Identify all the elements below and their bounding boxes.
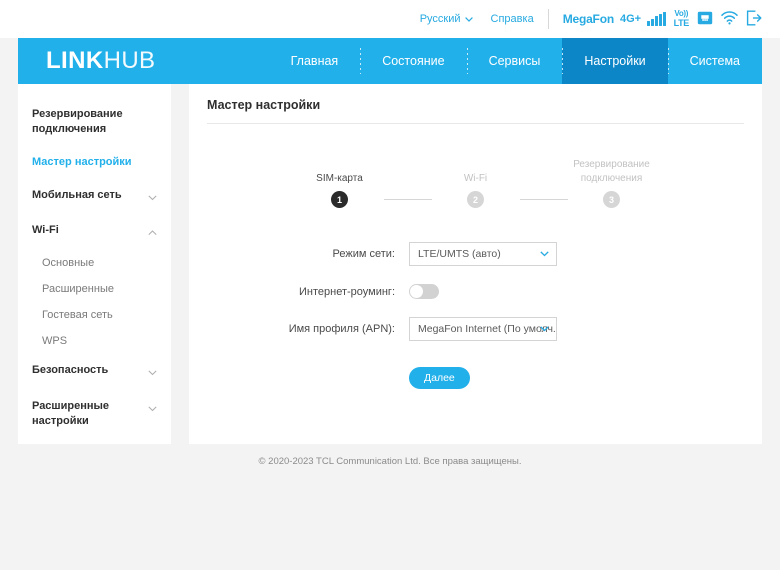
logout-icon[interactable]: [746, 10, 762, 29]
wizard-step-dot: 1: [331, 191, 348, 208]
chevron-up-icon: [148, 226, 157, 241]
form-row-network-mode: Режим сети: LTE/UMTS (авто): [213, 242, 744, 266]
help-link[interactable]: Справка: [491, 13, 534, 25]
sidebar-item-advanced-settings[interactable]: Расширенные настройки: [18, 390, 171, 438]
apn-select[interactable]: MegaFon Internet (По умолч...: [409, 317, 557, 341]
sidebar-item-mobile-network[interactable]: Мобильная сеть: [18, 179, 171, 215]
sidebar-item-label: Расширенные настройки: [32, 400, 109, 427]
topbar-divider: [547, 9, 549, 29]
wifi-icon[interactable]: [721, 10, 738, 28]
chevron-down-icon: [148, 402, 157, 417]
roaming-toggle[interactable]: [409, 284, 439, 299]
wizard-step-connector: [383, 199, 432, 200]
carrier-name: MegaFon: [562, 12, 614, 26]
content-area: Резервирование подключения Мастер настро…: [18, 84, 762, 448]
sidebar-item-guest-network[interactable]: Гостевая сеть: [18, 302, 171, 328]
network-mode-value: LTE/UMTS (авто): [418, 248, 501, 260]
wizard-step-3[interactable]: Резервирование подключения 3: [568, 158, 656, 208]
network-type-label: 4G+: [619, 13, 642, 25]
wizard-step-label: SIM-карта: [316, 172, 363, 184]
roaming-label: Интернет-роуминг:: [299, 285, 395, 298]
language-label: Русский: [419, 13, 461, 25]
nav-tab-status[interactable]: Состояние: [360, 38, 466, 84]
wizard-step-dot: 3: [603, 191, 620, 208]
sidebar-item-connection-backup[interactable]: Резервирование подключения: [18, 98, 171, 146]
volte-icon: Vo)) LTE: [673, 9, 690, 28]
sidebar-item-label: Безопасность: [32, 364, 109, 377]
volte-top-text: Vo)): [674, 9, 689, 18]
page-root: Русский Справка MegaFon 4G+ Vo)) LTE LIN…: [0, 0, 780, 570]
wizard-step-label: Wi-Fi: [463, 172, 488, 184]
brand-logo-thin: HUB: [103, 47, 156, 74]
sidebar-item-wifi[interactable]: Wi-Fi: [18, 214, 171, 250]
status-icon-tray: Vo)) LTE: [647, 10, 762, 29]
apn-label: Имя профиля (APN):: [288, 323, 395, 335]
form-actions: Далее: [213, 367, 744, 389]
volte-bottom-text: LTE: [673, 18, 690, 28]
sidebar-item-label: Резервирование подключения: [32, 108, 123, 135]
chevron-down-icon: [464, 13, 473, 25]
chevron-down-icon: [540, 248, 549, 260]
sidebar-item-security[interactable]: Безопасность: [18, 354, 171, 390]
top-utility-bar: Русский Справка MegaFon 4G+ Vo)) LTE: [0, 0, 780, 38]
sidebar-item-label: Мастер настройки: [32, 155, 132, 168]
nav-tab-settings[interactable]: Настройки: [562, 38, 668, 84]
apn-value: MegaFon Internet (По умолч...: [418, 323, 557, 335]
form-row-roaming: Интернет-роуминг:: [213, 284, 744, 299]
signal-bars-icon: [647, 12, 666, 26]
wizard-step-label: Резервирование подключения: [573, 159, 650, 184]
sim-settings-form: Режим сети: LTE/UMTS (авто) Интернет-роу…: [207, 242, 744, 389]
sidebar: Резервирование подключения Мастер настро…: [18, 84, 171, 444]
language-selector[interactable]: Русский: [420, 13, 473, 25]
next-button[interactable]: Далее: [409, 367, 470, 389]
nav-tab-home[interactable]: Главная: [269, 38, 361, 84]
wizard-step-dot: 2: [467, 191, 484, 208]
page-title: Мастер настройки: [207, 98, 744, 124]
sidebar-item-wps[interactable]: WPS: [18, 328, 171, 354]
brand-logo-bold: LINK: [46, 47, 104, 74]
chevron-down-icon: [148, 191, 157, 206]
sidebar-item-wifi-basic[interactable]: Основные: [18, 250, 171, 276]
nav-items: Главная Состояние Сервисы Настройки Сист…: [269, 38, 762, 84]
ethernet-icon[interactable]: [697, 10, 713, 29]
nav-tab-system[interactable]: Система: [667, 38, 762, 84]
network-mode-label: Режим сети:: [332, 248, 395, 260]
wizard-step-1[interactable]: SIM-карта 1: [296, 172, 384, 208]
chevron-down-icon: [540, 323, 549, 335]
wizard-step-connector: [519, 199, 568, 200]
nav-tab-services[interactable]: Сервисы: [466, 38, 563, 84]
footer-copyright: © 2020-2023 TCL Communication Ltd. Все п…: [258, 456, 522, 467]
sidebar-item-label: Мобильная сеть: [32, 188, 122, 201]
chevron-down-icon: [148, 366, 157, 381]
sidebar-item-wifi-advanced[interactable]: Расширенные: [18, 276, 171, 302]
main-navigation-bar: LINKHUB Главная Состояние Сервисы Настро…: [18, 38, 762, 84]
main-panel: Мастер настройки SIM-карта 1 Wi-Fi 2 Рез…: [189, 84, 762, 444]
form-row-apn: Имя профиля (APN): MegaFon Internet (По …: [213, 317, 744, 341]
sidebar-item-label: Wi-Fi: [32, 224, 59, 237]
brand-logo[interactable]: LINKHUB: [18, 47, 155, 75]
sidebar-item-setup-wizard[interactable]: Мастер настройки: [18, 146, 171, 179]
setup-wizard-stepper: SIM-карта 1 Wi-Fi 2 Резервирование подкл…: [296, 158, 656, 208]
wizard-step-2[interactable]: Wi-Fi 2: [432, 172, 520, 208]
network-mode-select[interactable]: LTE/UMTS (авто): [409, 242, 557, 266]
